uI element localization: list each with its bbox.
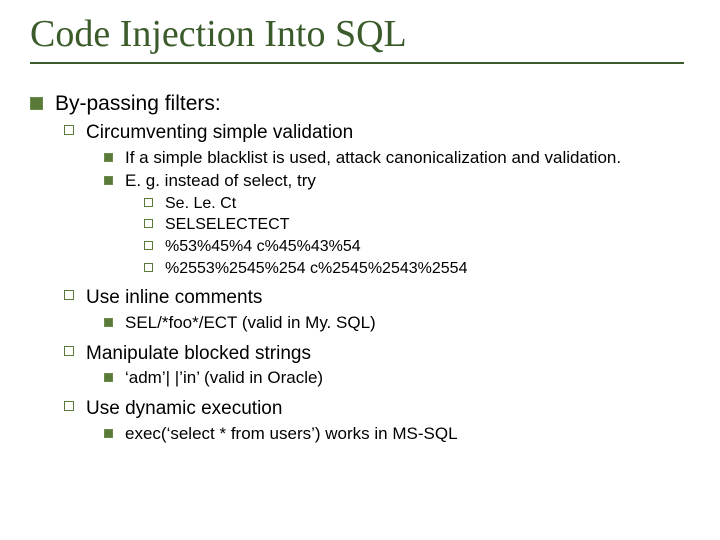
hollow-square-bullet-icon [64, 125, 74, 135]
hollow-square-bullet-icon [64, 346, 74, 356]
bullet-level2: Circumventing simple validation [64, 120, 684, 146]
square-bullet-icon [30, 97, 43, 110]
bullet-text: %2553%2545%254 c%2545%2543%2554 [165, 258, 684, 280]
bullet-level3: SEL/*foo*/ECT (valid in My. SQL) [104, 312, 684, 335]
bullet-text: SEL/*foo*/ECT (valid in My. SQL) [125, 312, 684, 335]
bullet-text: Se. Le. Ct [165, 193, 684, 215]
bullet-text: By-passing filters: [55, 90, 684, 118]
bullet-level4: %53%45%4 c%45%43%54 [144, 236, 684, 258]
hollow-square-bullet-icon [144, 263, 153, 272]
square-bullet-icon [104, 429, 113, 438]
bullet-level2: Manipulate blocked strings [64, 341, 684, 367]
bullet-text: exec(‘select * from users’) works in MS-… [125, 423, 684, 446]
bullet-level3: If a simple blacklist is used, attack ca… [104, 147, 684, 170]
hollow-square-bullet-icon [64, 401, 74, 411]
bullet-text: E. g. instead of select, try [125, 170, 684, 193]
slide: Code Injection Into SQL By-passing filte… [0, 0, 720, 456]
bullet-level3: E. g. instead of select, try [104, 170, 684, 193]
slide-title: Code Injection Into SQL [30, 10, 684, 64]
bullet-level2: Use dynamic execution [64, 396, 684, 422]
bullet-text: Use dynamic execution [86, 396, 684, 422]
bullet-level4: %2553%2545%254 c%2545%2543%2554 [144, 258, 684, 280]
bullet-text: Use inline comments [86, 285, 684, 311]
bullet-level3: exec(‘select * from users’) works in MS-… [104, 423, 684, 446]
bullet-level3: ‘adm’| |’in’ (valid in Oracle) [104, 367, 684, 390]
bullet-text: If a simple blacklist is used, attack ca… [125, 147, 684, 170]
bullet-text: Circumventing simple validation [86, 120, 684, 146]
square-bullet-icon [104, 176, 113, 185]
bullet-text: ‘adm’| |’in’ (valid in Oracle) [125, 367, 684, 390]
square-bullet-icon [104, 153, 113, 162]
hollow-square-bullet-icon [144, 219, 153, 228]
square-bullet-icon [104, 318, 113, 327]
hollow-square-bullet-icon [144, 198, 153, 207]
bullet-level4: Se. Le. Ct [144, 193, 684, 215]
hollow-square-bullet-icon [144, 241, 153, 250]
bullet-level4: SELSELECTECT [144, 214, 684, 236]
bullet-level2: Use inline comments [64, 285, 684, 311]
bullet-text: SELSELECTECT [165, 214, 684, 236]
bullet-text: Manipulate blocked strings [86, 341, 684, 367]
hollow-square-bullet-icon [64, 290, 74, 300]
square-bullet-icon [104, 373, 113, 382]
bullet-text: %53%45%4 c%45%43%54 [165, 236, 684, 258]
bullet-level1: By-passing filters: [30, 90, 684, 118]
